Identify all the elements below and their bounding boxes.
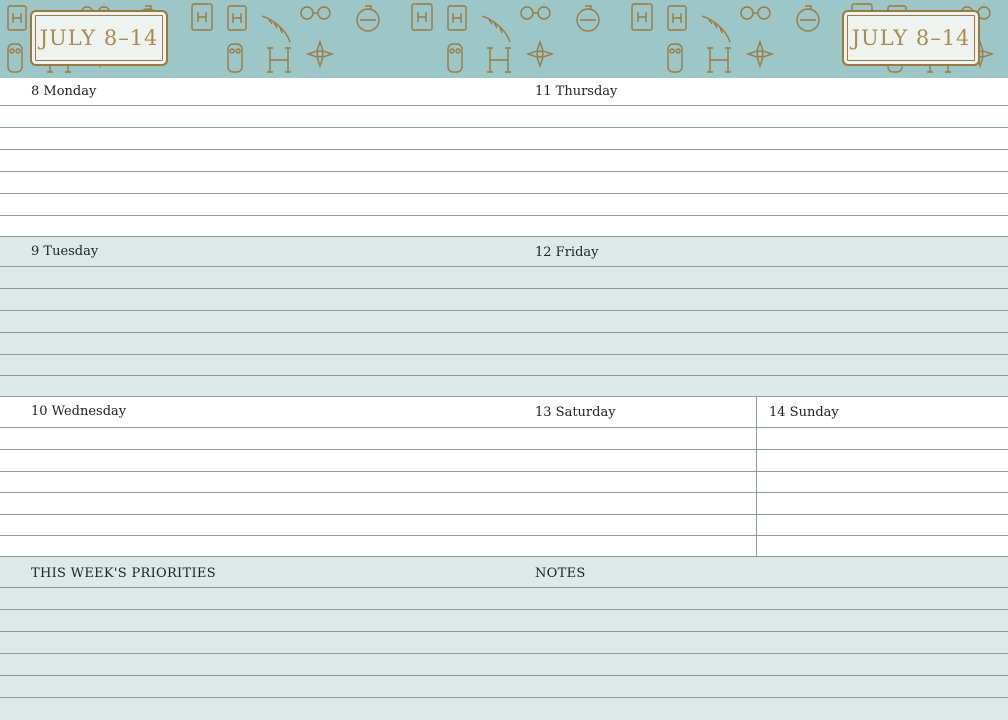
- saturday-sunday-divider: [756, 397, 757, 557]
- day-label-wednesday: 10 Wednesday: [31, 404, 127, 419]
- writing-line[interactable]: [0, 631, 1008, 632]
- day-label-tuesday: 9 Tuesday: [31, 244, 99, 259]
- writing-line[interactable]: [0, 609, 1008, 610]
- week-badge-right: JULY 8–14: [842, 10, 980, 66]
- feather-quill-icon: [261, 15, 291, 43]
- week-badge-left: JULY 8–14: [30, 10, 168, 66]
- writing-line[interactable]: [0, 105, 1008, 106]
- writing-line[interactable]: [0, 310, 1008, 311]
- week-range-title: JULY 8–14: [851, 26, 971, 50]
- section-divider: [0, 236, 1008, 237]
- day-label-sunday: 14 Sunday: [769, 405, 839, 420]
- section-mon-thu: 8 Monday 11 Thursday: [0, 78, 1008, 237]
- day-label-saturday: 13 Saturday: [535, 405, 616, 420]
- notes-heading: NOTES: [535, 566, 586, 581]
- letter-h-icon: [267, 47, 291, 73]
- glasses-icon: [300, 6, 331, 20]
- writing-line[interactable]: [0, 492, 1008, 493]
- writing-line[interactable]: [0, 266, 1008, 267]
- writing-line[interactable]: [0, 427, 1008, 428]
- writing-line[interactable]: [0, 375, 1008, 376]
- writing-line[interactable]: [0, 675, 1008, 676]
- owl-icon: [227, 43, 243, 73]
- writing-line[interactable]: [0, 354, 1008, 355]
- week-range-title: JULY 8–14: [39, 26, 159, 50]
- writing-line[interactable]: [0, 149, 1008, 150]
- writing-line[interactable]: [0, 193, 1008, 194]
- day-label-monday: 8 Monday: [31, 84, 97, 99]
- section-wed-sat-sun: 10 Wednesday 13 Saturday 14 Sunday: [0, 397, 1008, 557]
- section-priorities-notes: THIS WEEK'S PRIORITIES NOTES: [0, 557, 1008, 720]
- writing-line[interactable]: [0, 587, 1008, 588]
- writing-line[interactable]: [0, 127, 1008, 128]
- writing-line[interactable]: [0, 514, 1008, 515]
- section-tue-fri: 9 Tuesday 12 Friday: [0, 237, 1008, 397]
- writing-line[interactable]: [0, 332, 1008, 333]
- section-divider: [0, 396, 1008, 397]
- writing-line[interactable]: [0, 697, 1008, 698]
- writing-line[interactable]: [0, 171, 1008, 172]
- compass-star-icon: [305, 39, 335, 69]
- section-divider: [0, 556, 1008, 557]
- day-label-thursday: 11 Thursday: [535, 84, 618, 99]
- book-icon: [227, 5, 247, 31]
- writing-line[interactable]: [0, 449, 1008, 450]
- writing-line[interactable]: [0, 288, 1008, 289]
- priorities-heading: THIS WEEK'S PRIORITIES: [31, 566, 216, 581]
- writing-line[interactable]: [0, 653, 1008, 654]
- writing-line[interactable]: [0, 471, 1008, 472]
- header-banner: JULY 8–14 JULY 8–14: [0, 0, 1008, 78]
- writing-line[interactable]: [0, 215, 1008, 216]
- day-label-friday: 12 Friday: [535, 245, 599, 260]
- book-icon: [411, 3, 433, 31]
- potion-bottle-icon: [356, 5, 380, 32]
- writing-line[interactable]: [0, 535, 1008, 536]
